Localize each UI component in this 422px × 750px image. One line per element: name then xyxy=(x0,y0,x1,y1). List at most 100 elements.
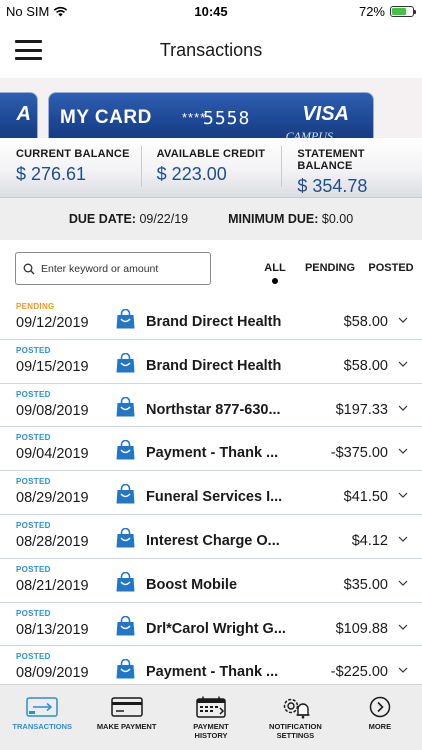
filter-all[interactable]: ALL xyxy=(258,262,292,284)
tab-make-payment[interactable]: MAKE PAYMENT xyxy=(84,685,168,750)
transaction-status: POSTED xyxy=(16,652,51,662)
tab-more-label: MORE xyxy=(368,722,392,731)
battery-percent: 72% xyxy=(358,3,385,19)
transaction-amount: -$375.00 xyxy=(330,445,388,462)
shopping-bag-icon xyxy=(115,396,136,418)
gear-bell-icon xyxy=(279,695,311,719)
chevron-down-icon[interactable] xyxy=(398,446,408,456)
chevron-down-icon[interactable] xyxy=(398,359,408,369)
selected-card[interactable]: MY CARD **** 5558 VISA CAMPUS xyxy=(48,92,374,138)
minimum-due: MINIMUM DUE: $0.00 xyxy=(228,212,354,226)
transaction-date: 08/21/2019 xyxy=(16,577,89,594)
shopping-bag-icon xyxy=(115,571,136,593)
filter-posted-label: POSTED xyxy=(368,262,414,274)
transaction-description: Payment - Thank ... xyxy=(146,664,279,681)
transaction-status: POSTED xyxy=(16,433,51,443)
shopping-bag-icon xyxy=(115,615,136,637)
transaction-date: 08/29/2019 xyxy=(16,490,89,507)
current-balance: CURRENT BALANCE $ 276.61 xyxy=(0,138,141,197)
transaction-amount: $58.00 xyxy=(343,314,388,330)
transaction-amount: $4.12 xyxy=(351,532,388,549)
card-carousel[interactable]: A MY CARD **** 5558 VISA CAMPUS xyxy=(0,78,422,138)
status-right: 72% xyxy=(358,3,416,19)
transaction-amount: $197.33 xyxy=(335,401,388,418)
shopping-bag-icon xyxy=(115,659,136,680)
transaction-description: Interest Charge O... xyxy=(146,532,280,549)
visa-fragment: A xyxy=(16,103,31,125)
card-last4: 5558 xyxy=(203,108,251,129)
chevron-down-icon[interactable] xyxy=(398,622,408,632)
shopping-bag-icon xyxy=(115,352,136,374)
tab-notification-settings[interactable]: NOTIFICATION SETTINGS xyxy=(253,685,337,750)
chevron-down-icon[interactable] xyxy=(398,665,408,675)
filter-pending-label: PENDING xyxy=(304,262,356,274)
tab-payment-history[interactable]: PAYMENT HISTORY xyxy=(169,685,253,750)
transaction-row[interactable]: PENDING 09/12/2019 Brand Direct Health $58.… xyxy=(0,296,422,340)
due-date: DUE DATE: 09/22/19 xyxy=(68,212,189,226)
balance-summary: CURRENT BALANCE $ 276.61 AVAILABLE CREDI… xyxy=(0,138,422,198)
current-balance-value: $ 276.61 xyxy=(16,164,87,184)
filter-pending[interactable]: PENDING xyxy=(298,262,362,274)
transaction-date: 08/28/2019 xyxy=(16,533,89,550)
transaction-description: Funeral Services I... xyxy=(146,489,283,506)
transaction-date: 09/12/2019 xyxy=(16,315,89,331)
transaction-status: POSTED xyxy=(16,477,51,487)
chevron-right-circle-icon xyxy=(364,695,396,719)
header: Transactions xyxy=(0,22,422,78)
selected-indicator xyxy=(272,278,278,284)
search-input[interactable] xyxy=(41,262,201,275)
transaction-date: 09/15/2019 xyxy=(16,358,89,375)
transaction-amount: $41.50 xyxy=(343,489,388,506)
transaction-row[interactable]: POSTED 09/15/2019 Brand Direct Health $58.0… xyxy=(0,340,422,384)
calendar-icon xyxy=(195,695,227,719)
chevron-down-icon[interactable] xyxy=(398,403,408,413)
transaction-status: PENDING xyxy=(16,302,55,311)
transaction-date: 08/13/2019 xyxy=(16,621,89,638)
transaction-status: POSTED xyxy=(16,389,51,399)
shopping-bag-icon xyxy=(115,440,136,461)
transaction-row[interactable]: POSTED 08/13/2019 Drl*Carol Wright G... $10… xyxy=(0,603,422,647)
wifi-icon xyxy=(54,6,68,16)
transaction-status: POSTED xyxy=(16,564,51,574)
previous-card[interactable]: A xyxy=(0,92,38,138)
tab-transactions[interactable]: TRANSACTIONS xyxy=(0,685,84,750)
current-balance-label: CURRENT BALANCE xyxy=(16,148,130,160)
transaction-row[interactable]: POSTED 09/08/2019 Northstar 877-630... $197… xyxy=(0,384,422,428)
transaction-status: POSTED xyxy=(16,608,51,618)
transaction-row[interactable]: POSTED 09/04/2019 Payment - Thank ... -$375… xyxy=(0,427,422,472)
chevron-down-icon[interactable] xyxy=(398,534,408,544)
tab-more[interactable]: MORE xyxy=(338,685,422,750)
transaction-description: Northstar 877-630... xyxy=(146,401,281,418)
menu-icon[interactable] xyxy=(15,40,42,60)
chevron-down-icon[interactable] xyxy=(398,490,408,500)
shopping-bag-icon xyxy=(115,308,136,330)
transactions-icon xyxy=(26,695,58,719)
statement-balance-label: STATEMENT BALANCE xyxy=(297,148,365,172)
transaction-amount: -$225.00 xyxy=(330,664,388,681)
transaction-description: Brand Direct Health xyxy=(146,314,282,330)
transaction-amount: $58.00 xyxy=(343,357,388,374)
transaction-row[interactable]: POSTED 08/28/2019 Interest Charge O... $4.1… xyxy=(0,515,422,559)
transaction-row[interactable]: POSTED 08/29/2019 Funeral Services I... $41… xyxy=(0,471,422,515)
search-box[interactable] xyxy=(15,252,211,285)
tab-transactions-label: TRANSACTIONS xyxy=(12,722,72,731)
transaction-amount: $109.88 xyxy=(335,620,388,637)
filter-posted[interactable]: POSTED xyxy=(362,262,420,274)
chevron-down-icon[interactable] xyxy=(398,578,408,588)
transaction-status: POSTED xyxy=(16,520,51,530)
search-icon xyxy=(23,263,35,274)
available-credit-label: AVAILABLE CREDIT xyxy=(156,148,266,160)
battery-icon xyxy=(390,5,416,17)
tab-notification-settings-label: NOTIFICATION SETTINGS xyxy=(269,722,322,740)
shopping-bag-icon xyxy=(115,483,136,505)
chevron-down-icon[interactable] xyxy=(398,315,408,325)
bottom-tab-bar: TRANSACTIONS MAKE PAYMENT PAYMENT HISTOR… xyxy=(0,684,422,750)
available-credit-value: $ 223.00 xyxy=(156,164,227,184)
transaction-date: 09/04/2019 xyxy=(16,446,89,463)
transaction-row[interactable]: POSTED 08/21/2019 Boost Mobile $35.00 xyxy=(0,559,422,603)
tab-payment-history-label: PAYMENT HISTORY xyxy=(193,722,229,740)
transaction-status: POSTED xyxy=(16,345,51,355)
transaction-description: Drl*Carol Wright G... xyxy=(146,620,286,637)
filter-all-label: ALL xyxy=(264,262,286,274)
due-date-value: 09/22/19 xyxy=(139,212,189,226)
